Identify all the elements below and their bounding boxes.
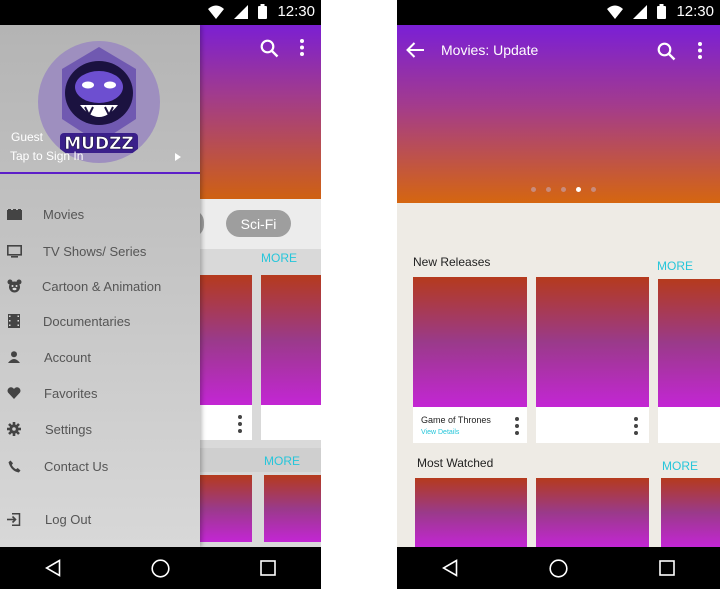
chip-label: Sci-Fi [240, 215, 277, 232]
drawer-item-label: Contact Us [44, 458, 109, 474]
drawer-item-label: Account [44, 349, 91, 365]
content-area: New Releases MORE Game of Thrones View D… [397, 203, 720, 547]
drawer-item-contact[interactable]: Contact Us [0, 451, 200, 481]
tv-icon [6, 243, 22, 259]
more-link[interactable]: MORE [261, 251, 297, 265]
overflow-menu-icon[interactable] [698, 42, 702, 59]
drawer-item-documentaries[interactable]: Documentaries [0, 306, 200, 336]
gear-icon [6, 421, 22, 437]
movie-card-poster[interactable] [536, 277, 649, 407]
status-time: 12:30 [676, 3, 714, 20]
phone-left: 12:30 Sci-Fi MORE MORE MUDZZ Guest Tap t… [0, 0, 321, 589]
overflow-menu-icon[interactable] [300, 39, 304, 56]
movie-card-poster[interactable] [413, 277, 527, 407]
drawer-item-tv-shows[interactable]: TV Shows/ Series [0, 236, 200, 266]
movie-card-footer [658, 407, 720, 443]
genre-chip-scifi[interactable]: Sci-Fi [226, 210, 291, 237]
signal-icon [633, 4, 648, 19]
gorilla-logo: MUDZZ [60, 47, 138, 154]
drawer-header: MUDZZ Guest Tap to Sign In [0, 25, 200, 174]
status-bar: 12:30 [397, 0, 720, 25]
carousel-dot[interactable] [546, 187, 551, 192]
movie-card-poster[interactable] [661, 478, 720, 547]
movie-card-poster[interactable] [415, 478, 527, 547]
battery-icon [258, 4, 268, 19]
sign-in-link[interactable]: Tap to Sign In [10, 149, 83, 163]
movie-card-poster[interactable] [261, 275, 321, 405]
card-title: Game of Thrones [421, 415, 491, 425]
navigation-drawer: MUDZZ Guest Tap to Sign In Movies TV Sho… [0, 25, 200, 547]
carousel-dot[interactable] [531, 187, 536, 192]
phone-right: 12:30 Movies: Update New Releases MORE G… [397, 0, 720, 589]
recents-nav-icon[interactable] [658, 560, 675, 576]
section-title-new-releases: New Releases [413, 255, 491, 269]
home-nav-icon[interactable] [151, 558, 170, 578]
drawer-item-label: Settings [45, 421, 92, 437]
drawer-item-label: Movies [43, 206, 85, 222]
phone-icon [6, 458, 22, 474]
wifi-icon [607, 5, 624, 19]
filmstrip-icon [6, 313, 22, 329]
recents-nav-icon[interactable] [260, 560, 276, 576]
search-icon[interactable] [260, 39, 279, 58]
drawer-item-cartoon[interactable]: Cartoon & Animation [0, 271, 200, 301]
view-details-link[interactable]: View Details [421, 429, 459, 436]
card-menu-icon[interactable] [634, 417, 638, 435]
movie-card-poster[interactable] [200, 475, 252, 542]
carousel-dot[interactable] [561, 187, 566, 192]
app-bar: Movies: Update [397, 25, 720, 203]
carousel-indicator [397, 187, 720, 192]
section-band [200, 448, 321, 472]
person-icon [6, 349, 22, 365]
movie-card-poster[interactable] [200, 275, 252, 405]
back-nav-icon[interactable] [45, 559, 61, 577]
bear-icon [6, 278, 22, 294]
drawer-item-settings[interactable]: Settings [0, 414, 200, 444]
drawer-item-label: Log Out [45, 511, 92, 527]
movie-card-poster[interactable] [264, 475, 321, 542]
signal-icon [234, 4, 249, 19]
drawer-item-movies[interactable]: Movies [0, 199, 200, 229]
carousel-dot[interactable] [576, 187, 581, 192]
logout-icon [6, 511, 22, 527]
drawer-item-label: Favorites [44, 385, 98, 401]
more-link[interactable]: MORE [662, 459, 698, 473]
wifi-icon [208, 5, 225, 19]
avatar[interactable]: MUDZZ [38, 41, 160, 163]
drawer-item-label: Cartoon & Animation [42, 278, 162, 294]
drawer-item-label: TV Shows/ Series [43, 243, 147, 259]
system-nav-bar [397, 547, 720, 589]
status-bar: 12:30 [0, 0, 321, 25]
drawer-item-logout[interactable]: Log Out [0, 504, 200, 534]
card-menu-icon[interactable] [238, 415, 242, 433]
battery-icon [657, 4, 667, 19]
section-title-most-watched: Most Watched [417, 456, 494, 470]
movie-card-footer: Game of Thrones View Details [413, 407, 527, 443]
drawer-item-favorites[interactable]: Favorites [0, 378, 200, 408]
user-name: Guest [11, 130, 44, 144]
carousel-dot[interactable] [591, 187, 596, 192]
system-nav-bar [0, 547, 321, 589]
drawer-item-account[interactable]: Account [0, 342, 200, 372]
heart-icon [6, 385, 22, 401]
more-link[interactable]: MORE [264, 454, 300, 468]
back-arrow-icon[interactable] [406, 42, 424, 58]
drawer-item-label: Documentaries [43, 313, 131, 329]
movie-card-footer [261, 405, 321, 440]
movie-card-footer [536, 407, 649, 443]
arrow-right-icon[interactable] [175, 153, 181, 161]
more-link[interactable]: MORE [657, 259, 693, 273]
movie-card-footer [200, 405, 252, 440]
back-nav-icon[interactable] [442, 559, 458, 577]
home-nav-icon[interactable] [549, 558, 568, 578]
card-menu-icon[interactable] [515, 417, 519, 435]
movie-card-poster[interactable] [658, 279, 720, 407]
page-title: Movies: Update [441, 42, 539, 58]
status-time: 12:30 [277, 3, 315, 20]
film-icon [6, 206, 22, 222]
movie-card-poster[interactable] [536, 478, 649, 547]
search-icon[interactable] [657, 42, 676, 61]
